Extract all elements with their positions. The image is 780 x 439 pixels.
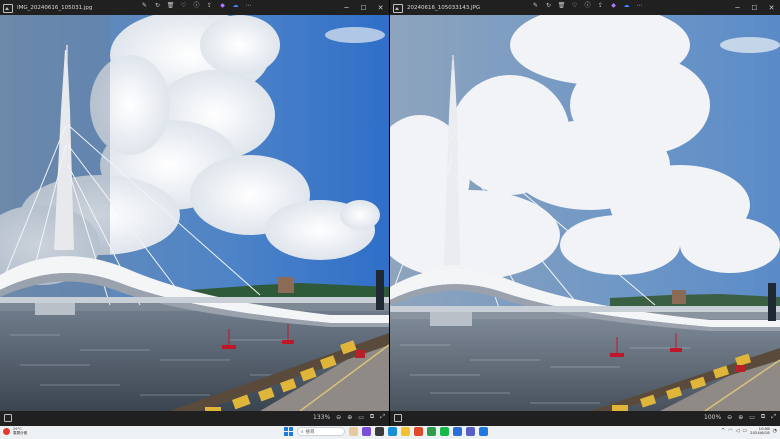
filmstrip-icon[interactable] [4, 414, 12, 422]
maximize-button[interactable]: ☐ [746, 0, 763, 15]
more-icon[interactable]: ⋯ [245, 2, 252, 10]
image-toolbar: ✎ ↻ 🗑 ♡ ⓘ ⇪ ◆ ☁ ⋯ [141, 2, 252, 10]
zoom-controls: 100% ⊖ ⊕ ▭ ⧉ ⤢ [704, 413, 776, 421]
photos-window-right: 20240616_105033143.JPG ✎ ↻ 🗑 ♡ ⓘ ⇪ ◆ ☁ ⋯… [390, 0, 780, 426]
zoom-out-icon[interactable]: ⊖ [336, 414, 341, 421]
status-bar: 133% ⊖ ⊕ ▭ ⧉ ⤢ [0, 411, 389, 426]
weather-icon [3, 427, 10, 435]
info-icon[interactable]: ⓘ [193, 2, 200, 10]
widget-icon[interactable] [349, 427, 358, 436]
minimize-button[interactable]: ─ [338, 0, 355, 15]
zoom-controls: 133% ⊖ ⊕ ▭ ⧉ ⤢ [313, 413, 385, 421]
photo-viewport[interactable] [0, 15, 389, 411]
copilot-icon[interactable]: ◆ [219, 2, 226, 10]
favorite-icon[interactable]: ♡ [180, 2, 187, 10]
share-icon[interactable]: ⇪ [597, 2, 604, 10]
excel-icon[interactable] [427, 427, 436, 436]
fit-icon[interactable]: ▭ [749, 414, 755, 421]
bridge-photo [390, 15, 780, 411]
zoom-level[interactable]: 100% [704, 414, 721, 421]
photos-app-icon [3, 3, 13, 13]
edit-icon[interactable]: ✎ [141, 2, 148, 10]
task-view-icon[interactable] [375, 427, 384, 436]
bridge-photo [0, 15, 389, 411]
fullscreen-icon[interactable]: ⤢ [771, 413, 776, 421]
volume-icon[interactable]: ◁ [736, 428, 740, 434]
zoom-in-icon[interactable]: ⊕ [738, 414, 743, 421]
network-icon[interactable]: ◠ [728, 428, 732, 434]
window-controls: ─ ☐ ✕ [338, 0, 389, 15]
start-button[interactable] [284, 427, 293, 436]
zoom-out-icon[interactable]: ⊖ [727, 414, 732, 421]
compare-icon[interactable]: ⧉ [761, 413, 765, 421]
edit-icon[interactable]: ✎ [532, 2, 539, 10]
delete-icon[interactable]: 🗑 [167, 2, 175, 10]
copilot-icon[interactable]: ◆ [610, 2, 617, 10]
teams-icon[interactable] [466, 427, 475, 436]
copilot-app-icon[interactable] [362, 427, 371, 436]
weather-desc: 雲層分散 [13, 431, 28, 436]
filmstrip-icon[interactable] [394, 414, 402, 422]
rotate-icon[interactable]: ↻ [154, 2, 161, 10]
onedrive-icon[interactable]: ☁ [232, 2, 239, 10]
photos-app-icon [393, 3, 403, 13]
maximize-button[interactable]: ☐ [355, 0, 372, 15]
line-icon[interactable] [440, 427, 449, 436]
delete-icon[interactable]: 🗑 [558, 2, 566, 10]
rotate-icon[interactable]: ↻ [545, 2, 552, 10]
minimize-button[interactable]: ─ [729, 0, 746, 15]
more-icon[interactable]: ⋯ [636, 2, 643, 10]
zoom-level[interactable]: 133% [313, 414, 330, 421]
search-box[interactable]: ⌕ 搜尋 [297, 427, 345, 436]
photos-taskbar-icon[interactable] [479, 427, 488, 436]
close-button[interactable]: ✕ [763, 0, 780, 15]
weather-widget[interactable]: 29°C 雲層分散 [3, 427, 27, 435]
fit-icon[interactable]: ▭ [358, 414, 364, 421]
notification-icon[interactable]: ◔ [773, 428, 777, 434]
file-name: 20240616_105033143.JPG [407, 4, 481, 11]
word-icon[interactable] [453, 427, 462, 436]
window-controls: ─ ☐ ✕ [729, 0, 780, 15]
close-button[interactable]: ✕ [372, 0, 389, 15]
edge-icon[interactable] [388, 427, 397, 436]
zoom-in-icon[interactable]: ⊕ [347, 414, 352, 421]
fullscreen-icon[interactable]: ⤢ [380, 413, 385, 421]
file-explorer-icon[interactable] [401, 427, 410, 436]
taskbar: 29°C 雲層分散 ⌕ 搜尋 ^ ◠ ◁ ▭ 10:58 2024/6/18 ◔ [0, 426, 780, 439]
favorite-icon[interactable]: ♡ [571, 2, 578, 10]
file-name: IMG_20240616_105031.jpg [17, 4, 93, 11]
photos-window-left: IMG_20240616_105031.jpg ✎ ↻ 🗑 ♡ ⓘ ⇪ ◆ ☁ … [0, 0, 389, 426]
image-toolbar: ✎ ↻ 🗑 ♡ ⓘ ⇪ ◆ ☁ ⋯ [532, 2, 643, 10]
share-icon[interactable]: ⇪ [206, 2, 213, 10]
search-icon: ⌕ [301, 429, 304, 435]
date: 2024/6/18 [750, 430, 770, 436]
taskbar-apps: ⌕ 搜尋 [284, 427, 488, 436]
chrome-icon[interactable] [414, 427, 423, 436]
compare-icon[interactable]: ⧉ [370, 413, 374, 421]
status-bar: 100% ⊖ ⊕ ▭ ⧉ ⤢ [390, 411, 780, 426]
search-placeholder: 搜尋 [305, 429, 315, 435]
desktop: IMG_20240616_105031.jpg ✎ ↻ 🗑 ♡ ⓘ ⇪ ◆ ☁ … [0, 0, 780, 439]
battery-icon[interactable]: ▭ [742, 428, 747, 434]
clock[interactable]: 10:58 2024/6/18 [750, 426, 770, 436]
chevron-up-icon[interactable]: ^ [721, 428, 725, 434]
onedrive-icon[interactable]: ☁ [623, 2, 630, 10]
photo-viewport[interactable] [390, 15, 780, 411]
info-icon[interactable]: ⓘ [584, 2, 591, 10]
system-tray: ^ ◠ ◁ ▭ 10:58 2024/6/18 ◔ [721, 426, 777, 436]
